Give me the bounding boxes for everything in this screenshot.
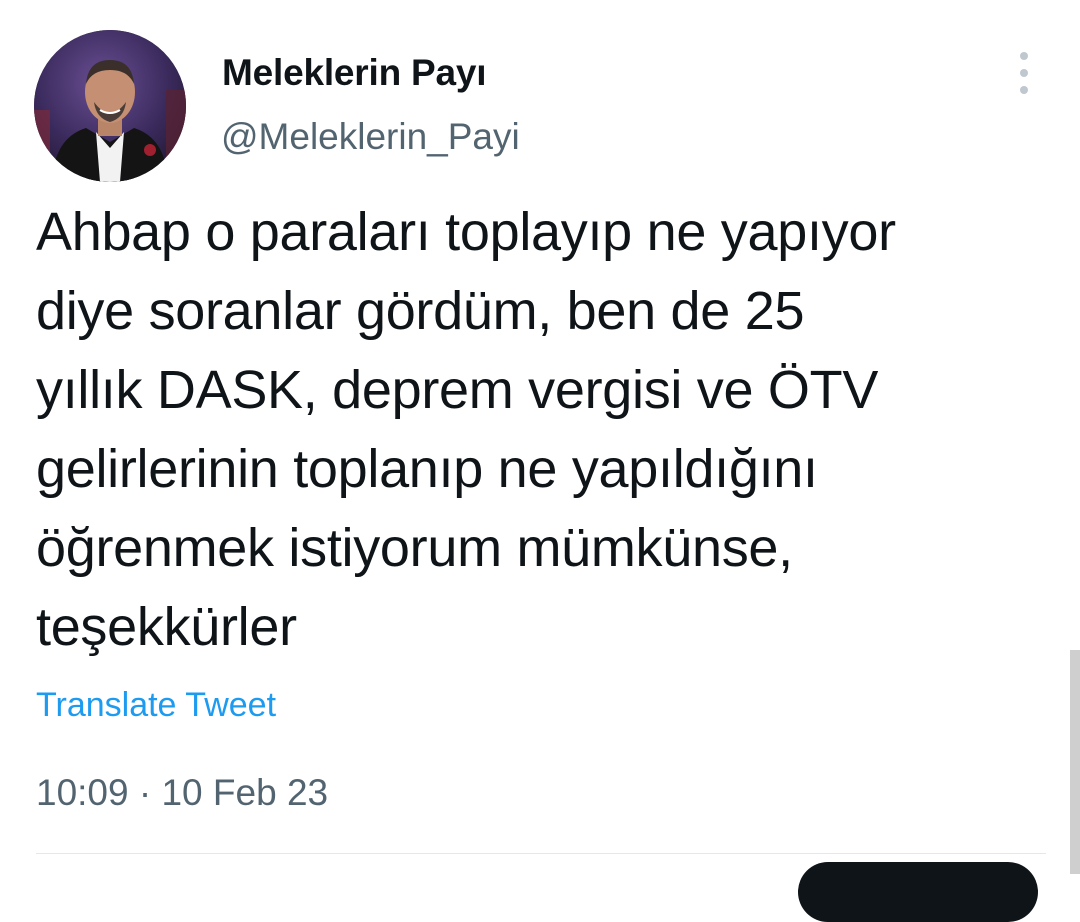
- author-handle[interactable]: @Meleklerin_Payi: [221, 116, 520, 158]
- translate-tweet-link[interactable]: Translate Tweet: [36, 686, 276, 725]
- more-vertical-icon: [1020, 86, 1028, 94]
- tweet-text: Ahbap o paraları toplayıp ne yapıyor diy…: [36, 202, 896, 657]
- avatar[interactable]: [34, 30, 186, 182]
- scrollbar[interactable]: [1070, 650, 1080, 874]
- tweet-timestamp[interactable]: 10:09 · 10 Feb 23: [36, 772, 328, 814]
- more-options-button[interactable]: [1006, 52, 1042, 94]
- more-vertical-icon: [1020, 52, 1028, 60]
- more-vertical-icon: [1020, 69, 1028, 77]
- partial-button[interactable]: [798, 862, 1038, 922]
- author-display-name[interactable]: Meleklerin Payı: [222, 52, 487, 94]
- avatar-image: [34, 30, 186, 182]
- divider: [36, 853, 1046, 854]
